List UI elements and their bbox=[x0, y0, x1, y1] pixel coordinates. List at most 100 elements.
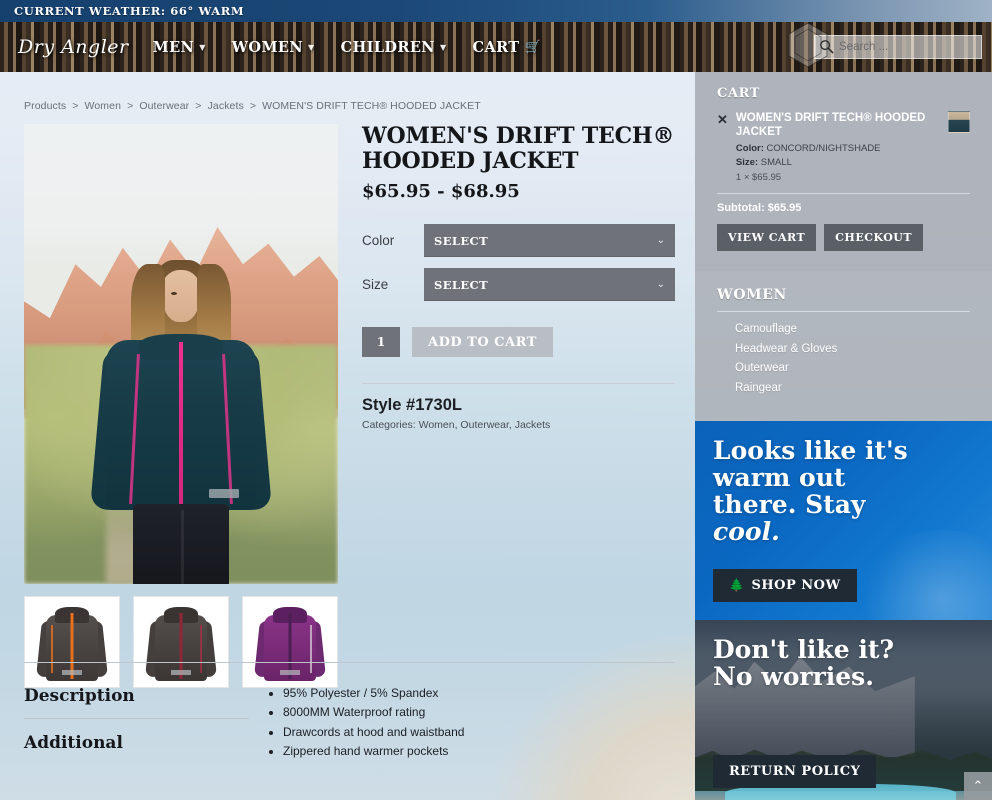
nav-items: MEN ▼ WOMEN ▼ CHILDREN ▼ CART 🛒 bbox=[153, 39, 541, 56]
product-gallery bbox=[24, 124, 338, 688]
color-select[interactable]: SELECT ⌄ bbox=[424, 224, 675, 258]
cart-item-size-value: SMALL bbox=[760, 156, 792, 168]
thumb-side-trim bbox=[200, 625, 202, 673]
promo-banner-warm[interactable]: Looks like it's warm out there. Stay coo… bbox=[695, 420, 992, 620]
quantity-input[interactable] bbox=[362, 327, 400, 358]
description-body: 95% Polyester / 5% Spandex 8000MM Waterp… bbox=[249, 672, 675, 765]
nav-item-women[interactable]: WOMEN ▼ bbox=[232, 39, 315, 56]
nav-item-cart[interactable]: CART 🛒 bbox=[473, 39, 542, 56]
nav-item-men-label: MEN bbox=[152, 38, 195, 56]
add-to-cart-button[interactable]: ADD TO CART bbox=[412, 327, 553, 358]
thumb-side-trim bbox=[310, 625, 312, 673]
product-main-image[interactable] bbox=[24, 124, 338, 584]
nav-item-women-label: WOMEN bbox=[231, 38, 304, 56]
jacket-zipper bbox=[179, 342, 183, 508]
size-field-row: Size SELECT ⌄ bbox=[362, 268, 675, 302]
description-tabs: Description Additional bbox=[24, 672, 249, 765]
list-item: Zippered hand warmer pockets bbox=[283, 742, 675, 761]
product-title: WOMEN'S DRIFT TECH® HOODED JACKET bbox=[362, 123, 675, 174]
promo-line-2: warm out bbox=[713, 462, 846, 492]
breadcrumb-outerwear[interactable]: Outerwear bbox=[139, 100, 189, 112]
search-area bbox=[788, 22, 982, 68]
breadcrumb-separator: > bbox=[195, 100, 202, 112]
chevron-down-icon: ▼ bbox=[308, 42, 315, 52]
cart-item-color: Color: CONCORD/NIGHTSHADE bbox=[736, 143, 934, 154]
sidebar: CART ✕ WOMEN'S DRIFT TECH® HOODED JACKET… bbox=[695, 72, 992, 800]
cart-subtotal: Subtotal: $65.95 bbox=[717, 201, 802, 214]
cart-item-color-key: Color: bbox=[735, 142, 764, 154]
photo-model bbox=[90, 254, 272, 584]
tab-description[interactable]: Description bbox=[24, 672, 249, 718]
description-section: Description Additional 95% Polyester / 5… bbox=[24, 672, 675, 765]
info-divider bbox=[362, 383, 675, 385]
promo-line-4: cool. bbox=[713, 516, 780, 546]
search-input[interactable] bbox=[814, 35, 982, 59]
promo-line-3: there. Stay bbox=[713, 489, 866, 519]
return-line-2: No worries. bbox=[713, 661, 874, 691]
main-content: Products > Women > Outerwear > Jackets >… bbox=[0, 72, 695, 800]
nav-item-cart-label: CART bbox=[472, 38, 520, 56]
cart-item-qty-price: 1 × $65.95 bbox=[735, 171, 782, 183]
size-label: Size bbox=[362, 277, 389, 293]
product-info: WOMEN'S DRIFT TECH® HOODED JACKET $65.95… bbox=[338, 124, 695, 688]
nav-item-children-label: CHILDREN bbox=[340, 38, 435, 56]
category-divider bbox=[717, 310, 970, 312]
cart-widget: CART ✕ WOMEN'S DRIFT TECH® HOODED JACKET… bbox=[695, 72, 992, 271]
cart-widget-heading: CART bbox=[717, 86, 761, 101]
model-legs bbox=[133, 504, 229, 584]
size-select-value: SELECT bbox=[434, 277, 489, 292]
chevron-up-icon: ⌃ bbox=[972, 778, 984, 793]
thumb-side-trim bbox=[51, 625, 53, 673]
list-item: Drawcords at hood and waistband bbox=[283, 723, 675, 742]
breadcrumb-separator: > bbox=[72, 100, 79, 112]
promo-banner-return[interactable]: Don't like it? No worries. RETURN POLICY bbox=[695, 619, 992, 800]
scroll-to-top-button[interactable]: ⌃ bbox=[964, 772, 992, 800]
breadcrumb-separator: > bbox=[249, 100, 257, 112]
category-list: Camouflage Headwear & Gloves Outerwear R… bbox=[717, 320, 970, 399]
breadcrumb-women[interactable]: Women bbox=[85, 100, 122, 112]
size-select[interactable]: SELECT ⌄ bbox=[424, 268, 675, 302]
nav-item-men[interactable]: MEN ▼ bbox=[153, 39, 206, 56]
category-item-headwear-gloves[interactable]: Headwear & Gloves bbox=[735, 340, 970, 360]
nav-item-children[interactable]: CHILDREN ▼ bbox=[341, 39, 447, 56]
weather-bar: CURRENT WEATHER: 66° WARM bbox=[0, 0, 992, 22]
add-to-cart-row: ADD TO CART bbox=[362, 327, 675, 358]
breadcrumb-separator: > bbox=[127, 100, 134, 112]
list-item: 95% Polyester / 5% Spandex bbox=[283, 684, 675, 703]
list-item: 8000MM Waterproof rating bbox=[283, 703, 675, 722]
breadcrumb-products[interactable]: Products bbox=[24, 100, 66, 112]
category-item-camouflage[interactable]: Camouflage bbox=[735, 320, 970, 340]
promo-banner-return-text: Don't like it? No worries. bbox=[695, 620, 992, 690]
shop-now-button[interactable]: 🌲 SHOP NOW bbox=[713, 568, 857, 602]
chevron-down-icon: ▼ bbox=[199, 42, 206, 52]
category-item-raingear[interactable]: Raingear bbox=[735, 379, 970, 399]
breadcrumb-jackets[interactable]: Jackets bbox=[208, 100, 244, 112]
chevron-down-icon: ⌄ bbox=[656, 235, 665, 247]
page-layout: Products > Women > Outerwear > Jackets >… bbox=[0, 72, 992, 800]
product-categories: Categories: Women, Outerwear, Jackets bbox=[362, 419, 551, 432]
checkout-button[interactable]: CHECKOUT bbox=[824, 223, 924, 251]
return-line-1: Don't like it? bbox=[713, 634, 895, 664]
cart-item-size-key: Size: bbox=[735, 156, 759, 168]
return-policy-button[interactable]: RETURN POLICY bbox=[713, 754, 877, 788]
color-field-row: Color SELECT ⌄ bbox=[362, 224, 675, 258]
weather-text: CURRENT WEATHER: 66° WARM bbox=[14, 4, 245, 18]
model-face bbox=[161, 270, 201, 322]
cart-line-item: ✕ WOMEN'S DRIFT TECH® HOODED JACKET Colo… bbox=[717, 111, 970, 183]
cart-divider bbox=[717, 192, 970, 194]
category-item-outerwear[interactable]: Outerwear bbox=[735, 359, 970, 379]
cart-actions: VIEW CART CHECKOUT bbox=[717, 223, 970, 251]
site-logo[interactable]: Dry Angler bbox=[0, 36, 153, 58]
color-select-value: SELECT bbox=[434, 233, 489, 248]
promo-banner-warm-text: Looks like it's warm out there. Stay coo… bbox=[695, 421, 992, 545]
model-eye-right bbox=[171, 292, 177, 295]
cart-item-name[interactable]: WOMEN'S DRIFT TECH® HOODED JACKET bbox=[736, 111, 934, 140]
tab-additional[interactable]: Additional bbox=[24, 719, 249, 765]
cart-item-thumbnail bbox=[948, 111, 970, 133]
description-top-divider bbox=[24, 662, 675, 663]
view-cart-button[interactable]: VIEW CART bbox=[717, 223, 817, 251]
cart-item-size: Size: SMALL bbox=[736, 157, 934, 168]
product-section: WOMEN'S DRIFT TECH® HOODED JACKET $65.95… bbox=[0, 124, 695, 688]
close-x-icon[interactable]: ✕ bbox=[717, 111, 728, 126]
cart-item-color-value: CONCORD/NIGHTSHADE bbox=[766, 142, 881, 154]
